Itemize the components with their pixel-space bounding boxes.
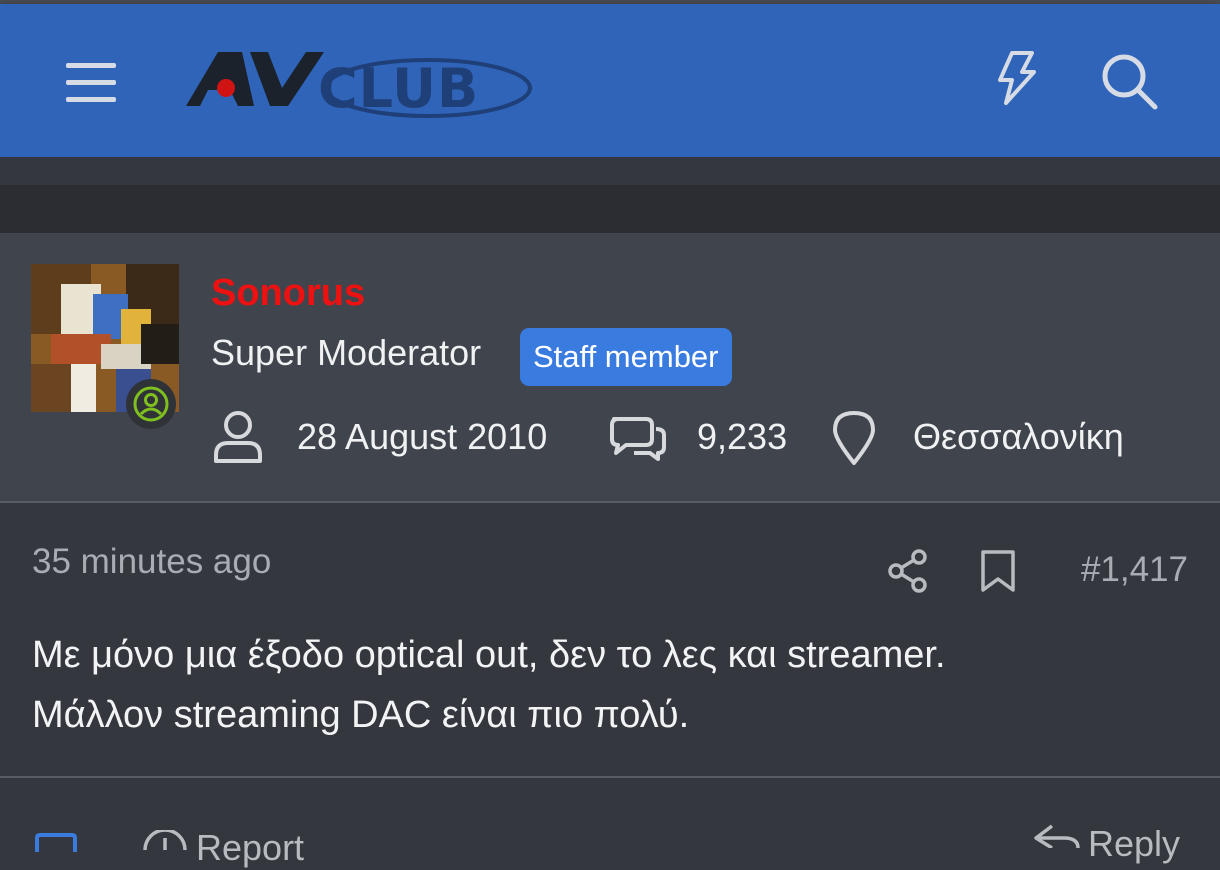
post-timestamp[interactable]: 35 minutes ago (32, 540, 271, 584)
post-body-line: Με μόνο μια έξοδο optical out, δεν το λε… (32, 634, 946, 676)
lightning-icon[interactable] (992, 50, 1040, 106)
online-status-badge (126, 379, 176, 429)
share-icon[interactable] (886, 548, 930, 599)
site-header: CLUB AV (0, 4, 1220, 157)
messages-icon (608, 413, 668, 468)
thread-toolbar-strip (0, 185, 1220, 233)
logo-text-club: CLUB (318, 57, 480, 120)
site-logo[interactable]: CLUB AV (178, 42, 538, 126)
bookmark-icon[interactable] (978, 548, 1018, 599)
location-pin-icon (831, 409, 877, 472)
hamburger-menu-icon[interactable] (64, 60, 118, 106)
post-number[interactable]: #1,417 (1081, 548, 1188, 592)
username[interactable]: Sonorus (211, 271, 365, 315)
user-title: Super Moderator (211, 332, 482, 373)
staff-member-badge: Staff member (520, 328, 732, 386)
messages-count[interactable]: 9,233 (697, 415, 787, 459)
post-body: Με μόνο μια έξοδο optical out, δεν το λε… (32, 625, 1192, 745)
header-spacer (0, 157, 1220, 185)
post-body-line: Μάλλον streaming DAC είναι πιο πολύ. (32, 694, 690, 736)
user-joined-icon (212, 409, 264, 470)
post-user-block: Sonorus Super Moderator Staff member 28 … (0, 233, 1220, 503)
report-button[interactable]: Report (196, 826, 304, 870)
search-icon[interactable] (1100, 52, 1158, 110)
reply-button[interactable]: Reply (1088, 822, 1180, 866)
post-footer-divider (0, 776, 1220, 778)
report-icon[interactable] (142, 828, 188, 855)
joined-date: 28 August 2010 (297, 416, 548, 457)
select-checkbox-icon[interactable] (34, 832, 78, 857)
online-user-icon (133, 386, 169, 427)
user-location[interactable]: Θεσσαλονίκη (913, 415, 1124, 459)
reply-icon[interactable] (1030, 822, 1082, 853)
